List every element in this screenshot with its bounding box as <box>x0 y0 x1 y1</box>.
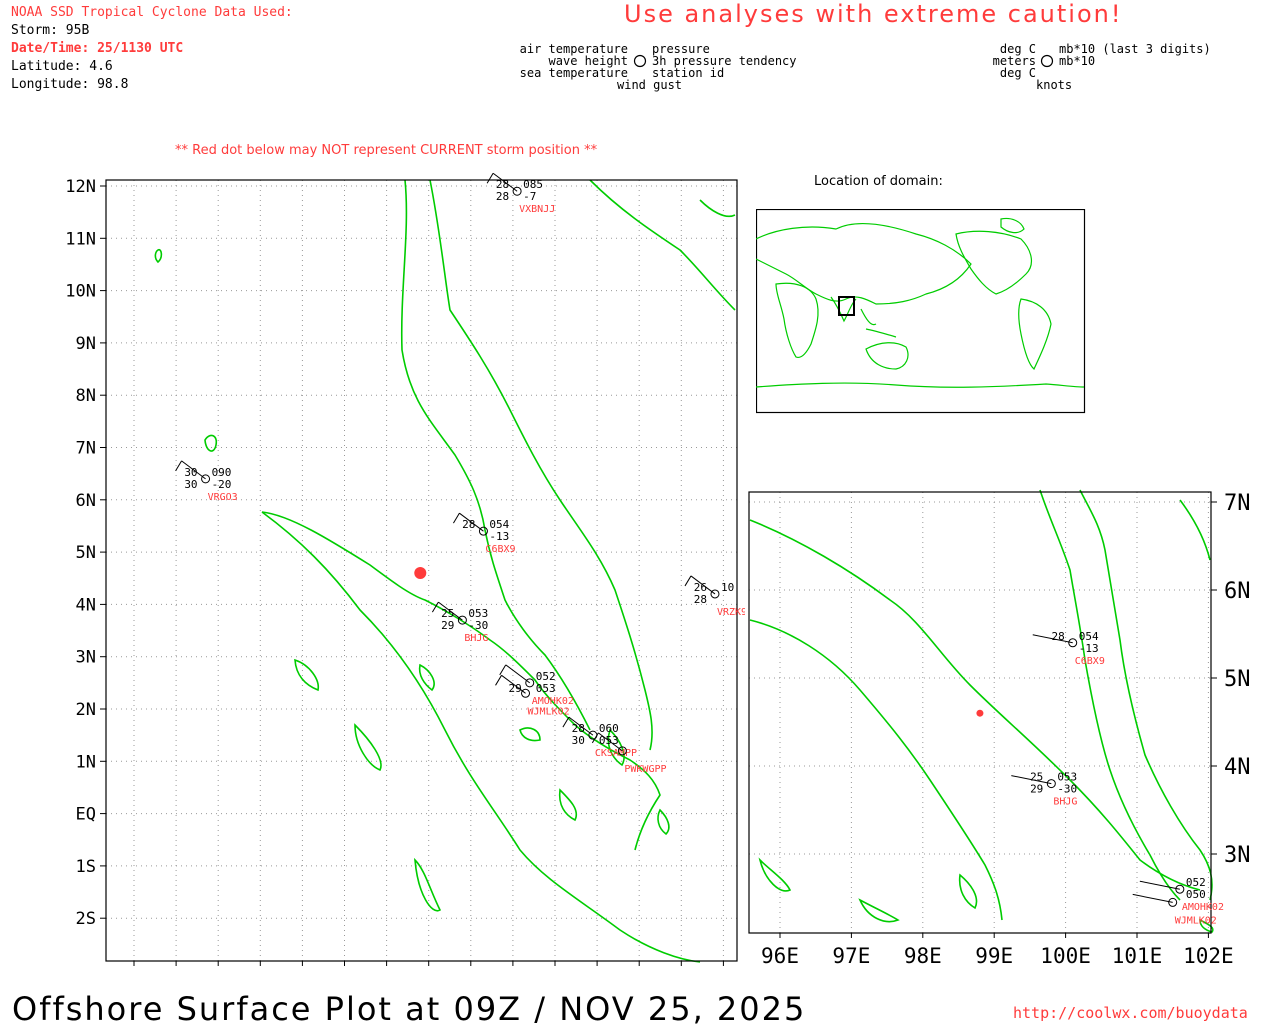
zoom-station-id: WJMLK02 <box>1175 915 1217 926</box>
station-id: C6BX9 <box>485 544 515 555</box>
station-id: WJMLK02 <box>528 706 570 717</box>
zoom-station-sea-temp: 29 <box>1030 783 1043 796</box>
zoom-lon-label: 96E <box>761 944 799 968</box>
lat-label: 3N <box>76 648 96 668</box>
source-label: NOAA SSD Tropical Cyclone Data Used: <box>11 5 293 20</box>
station-tendency: -13 <box>489 530 509 543</box>
latitude: Latitude: 4.6 <box>11 59 113 74</box>
units-knots: knots <box>1036 78 1073 92</box>
station-id: VRGO3 <box>208 492 238 503</box>
lat-label: 12N <box>65 177 96 197</box>
zoom-wind-barb <box>1139 880 1180 890</box>
lat-label: EQ <box>76 805 96 825</box>
station-air-temp: 28 <box>462 518 475 531</box>
legend-sea-temp: sea temperature <box>519 66 628 80</box>
inset-title: Location of domain: <box>814 174 943 189</box>
zoom-lon-label: 97E <box>832 944 870 968</box>
station-tendency: -30 <box>468 619 488 632</box>
zoom-lat-label: 7N <box>1224 491 1251 516</box>
station-sea-temp: 28 <box>694 593 707 606</box>
station-id: AMOHK02 <box>532 696 574 707</box>
station-sea-temp: 30 <box>572 734 585 747</box>
wind-barb-flag <box>562 716 570 728</box>
lat-label: 6N <box>76 491 96 511</box>
zoom-station-id: BHJG <box>1053 797 1077 808</box>
lat-label: 2S <box>76 909 96 929</box>
lat-label: 8N <box>76 386 96 406</box>
units-mb: mb*10 <box>1059 54 1096 68</box>
zoom-lon-label: 98E <box>904 944 942 968</box>
zoom-station-plot-bhjg: 25 05329 -30BHJG <box>1011 771 1077 808</box>
wind-barb-flag <box>486 172 494 184</box>
station-plot-vrzk9: 26 1028VRZK9 <box>684 575 745 618</box>
zoom-station-extra: 050 <box>1186 888 1206 901</box>
wind-barb-flag <box>453 512 460 524</box>
station-id: PWKWGPP <box>624 764 666 775</box>
station-tendency: -7 <box>523 190 536 203</box>
wind-barb-flag <box>495 675 502 686</box>
legend-wind-gust: wind gust <box>617 78 683 92</box>
lat-label: 9N <box>76 334 96 354</box>
zoom-map-grid <box>749 492 1217 938</box>
wind-barb-flag <box>499 664 507 676</box>
legend-station-circle-icon <box>633 54 647 68</box>
station-tendency: 053 <box>536 682 556 695</box>
station-id: BHJG <box>464 633 488 644</box>
station-sea-temp: 30 <box>184 478 197 491</box>
zoom-station-circle-icon <box>1046 779 1056 789</box>
station-plot-c6bx9: 28 054-13C6BX9 <box>453 512 516 555</box>
inset-world-map <box>756 209 1086 414</box>
plot-title: Offshore Surface Plot at 09Z / NOV 25, 2… <box>12 990 807 1028</box>
station-sea-temp: 28 <box>496 190 509 203</box>
zoom-lat-label: 5N <box>1224 667 1251 692</box>
wind-barb-flag <box>684 575 692 587</box>
zoom-storm-position-dot <box>976 709 984 717</box>
station-id: CKSAMPP <box>595 748 637 759</box>
zoom-lon-label: 100E <box>1040 944 1091 968</box>
zoom-lat-label: 3N <box>1224 843 1251 868</box>
main-map[interactable]: 12N11N10N9N8N7N6N5N4N3N2N1NEQ1S2S 92E93E… <box>0 170 745 970</box>
units-circle-icon <box>1040 54 1054 68</box>
lat-label: 11N <box>65 229 96 249</box>
lat-label: 2N <box>76 700 96 720</box>
lat-label: 4N <box>76 595 96 615</box>
station-sea-temp: 29 <box>441 619 454 632</box>
lat-label: 1S <box>76 857 96 877</box>
zoom-lat-label: 6N <box>1224 579 1251 604</box>
lat-label: 10N <box>65 282 96 302</box>
main-map-coastlines <box>154 179 736 963</box>
station-plot-amohk02: 05229 053AMOHK02 <box>499 664 574 707</box>
storm-dot-notice: ** Red dot below may NOT represent CURRE… <box>175 143 598 158</box>
zoom-station-tendency: -13 <box>1079 642 1099 655</box>
zoom-wind-barb <box>1132 893 1173 903</box>
station-pressure: 10 <box>721 581 734 594</box>
zoom-station-id: C6BX9 <box>1075 656 1105 667</box>
zoom-lon-label: 99E <box>975 944 1013 968</box>
zoom-station-air-temp: 28 <box>1051 630 1064 643</box>
zoom-station-tendency: -30 <box>1057 783 1077 796</box>
date-time: Date/Time: 25/1130 UTC <box>11 41 184 56</box>
zoom-station-id: AMOHK02 <box>1182 902 1224 913</box>
station-tendency: -20 <box>212 478 232 491</box>
zoom-lat-label: 4N <box>1224 755 1251 780</box>
lat-label: 5N <box>76 543 96 563</box>
storm-position-dot <box>414 567 427 580</box>
caution-banner: Use analyses with extreme caution! <box>624 0 1123 28</box>
units-deg-c-2: deg C <box>999 66 1036 80</box>
lat-label: 1N <box>76 752 96 772</box>
lat-label: 7N <box>76 439 96 459</box>
station-id: VXBNJJ <box>519 204 555 215</box>
station-plot-bhjg: 25 05329 -30BHJG <box>431 601 488 644</box>
longitude: Longitude: 98.8 <box>11 77 129 92</box>
wind-barb <box>505 664 531 684</box>
zoom-map[interactable]: 7N6N5N4N3N 96E 97E 98E 99E 100E 101E 102E 28 05… <box>740 480 1280 980</box>
storm-id: Storm: 95B <box>11 23 90 38</box>
zoom-station-plot-c6bx9: 28 054-13C6BX9 <box>1032 630 1105 667</box>
zoom-lon-label: 101E <box>1112 944 1163 968</box>
zoom-lon-label: 102E <box>1183 944 1234 968</box>
source-url[interactable]: http://coolwx.com/buoydata <box>1013 1004 1248 1022</box>
station-plot-vrgo3: 30 09030 -20VRGO3 <box>175 460 238 503</box>
station-sea-temp: 29 <box>508 682 521 695</box>
